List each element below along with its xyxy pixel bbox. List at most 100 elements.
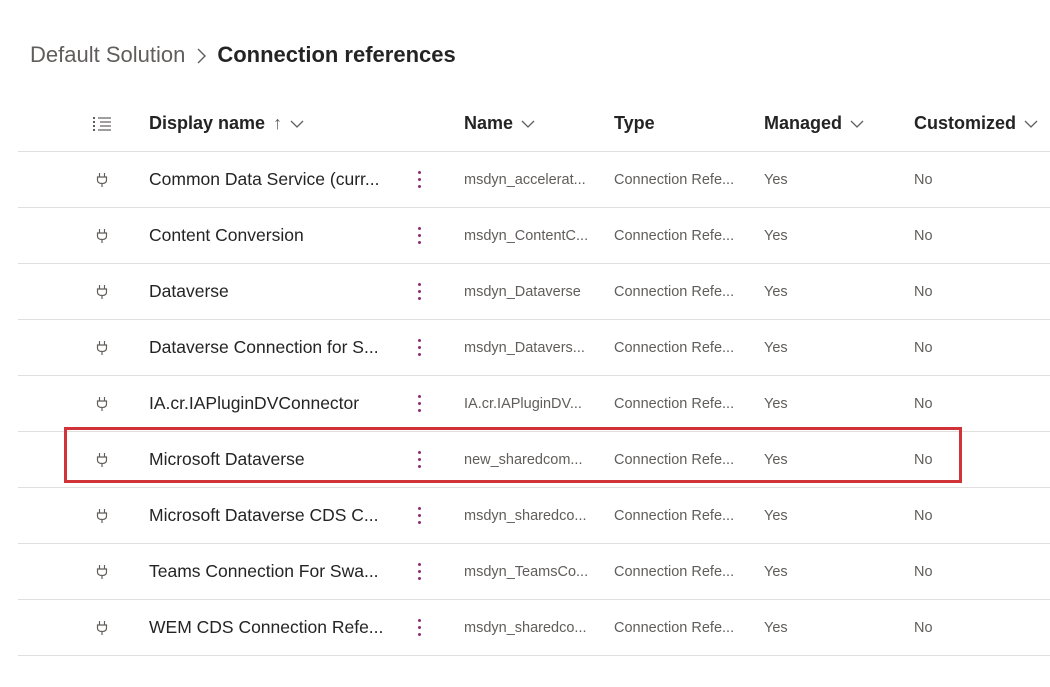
chevron-right-icon bbox=[185, 42, 217, 68]
more-vertical-icon[interactable] bbox=[412, 561, 426, 583]
display-name-link[interactable]: Dataverse Connection for S... bbox=[149, 337, 379, 358]
managed-value: Yes bbox=[764, 507, 788, 524]
column-header-label: Type bbox=[614, 113, 655, 133]
customized-value: No bbox=[914, 451, 933, 468]
type-value: Connection Refe... bbox=[614, 171, 735, 188]
customized-cell: No bbox=[914, 264, 1050, 319]
more-commands-button[interactable] bbox=[408, 320, 430, 375]
display-name-link[interactable]: Microsoft Dataverse bbox=[149, 449, 305, 470]
plug-icon bbox=[90, 264, 114, 319]
type-cell: Connection Refe... bbox=[614, 432, 742, 487]
display-name-cell[interactable]: Microsoft Dataverse CDS C... bbox=[149, 488, 389, 543]
table-row[interactable]: WEM CDS Connection Refe... msdyn_sharedc… bbox=[18, 600, 1050, 656]
chevron-down-icon[interactable] bbox=[521, 119, 535, 129]
managed-value: Yes bbox=[764, 171, 788, 188]
more-commands-button[interactable] bbox=[408, 600, 430, 655]
more-vertical-icon[interactable] bbox=[412, 505, 426, 527]
display-name-link[interactable]: Content Conversion bbox=[149, 225, 304, 246]
plug-icon bbox=[90, 208, 114, 263]
managed-value: Yes bbox=[764, 283, 788, 300]
name-value: new_sharedcom... bbox=[464, 451, 583, 468]
type-cell: Connection Refe... bbox=[614, 376, 742, 431]
chevron-down-icon[interactable] bbox=[290, 119, 304, 129]
more-commands-button[interactable] bbox=[408, 208, 430, 263]
column-header-managed[interactable]: Managed bbox=[764, 96, 884, 151]
display-name-cell[interactable]: Microsoft Dataverse bbox=[149, 432, 389, 487]
display-name-link[interactable]: IA.cr.IAPluginDVConnector bbox=[149, 393, 359, 414]
customized-value: No bbox=[914, 563, 933, 580]
sort-ascending-icon: ↑ bbox=[273, 113, 283, 133]
display-name-cell[interactable]: WEM CDS Connection Refe... bbox=[149, 600, 389, 655]
customized-value: No bbox=[914, 339, 933, 356]
more-vertical-icon[interactable] bbox=[412, 337, 426, 359]
display-name-link[interactable]: Teams Connection For Swa... bbox=[149, 561, 379, 582]
customized-cell: No bbox=[914, 488, 1050, 543]
more-commands-button[interactable] bbox=[408, 544, 430, 599]
more-vertical-icon[interactable] bbox=[412, 225, 426, 247]
more-commands-button[interactable] bbox=[408, 432, 430, 487]
display-name-cell[interactable]: Dataverse Connection for S... bbox=[149, 320, 389, 375]
name-value: msdyn_ContentC... bbox=[464, 227, 589, 244]
display-name-link[interactable]: Microsoft Dataverse CDS C... bbox=[149, 505, 379, 526]
name-cell: new_sharedcom... bbox=[464, 432, 594, 487]
display-name-link[interactable]: Dataverse bbox=[149, 281, 229, 302]
customized-cell: No bbox=[914, 376, 1050, 431]
more-vertical-icon[interactable] bbox=[412, 617, 426, 639]
chevron-down-icon[interactable] bbox=[850, 119, 864, 129]
more-vertical-icon[interactable] bbox=[412, 449, 426, 471]
managed-cell: Yes bbox=[764, 488, 884, 543]
grid-body: Common Data Service (curr... msdyn_accel… bbox=[18, 152, 1050, 656]
display-name-cell[interactable]: Content Conversion bbox=[149, 208, 389, 263]
managed-cell: Yes bbox=[764, 376, 884, 431]
table-row[interactable]: Microsoft Dataverse new_sharedcom... Con… bbox=[18, 432, 1050, 488]
page-title: Connection references bbox=[217, 42, 456, 67]
table-row[interactable]: Common Data Service (curr... msdyn_accel… bbox=[18, 152, 1050, 208]
more-vertical-icon[interactable] bbox=[412, 281, 426, 303]
table-row[interactable]: Dataverse Connection for S... msdyn_Data… bbox=[18, 320, 1050, 376]
table-row[interactable]: Teams Connection For Swa... msdyn_TeamsC… bbox=[18, 544, 1050, 600]
managed-value: Yes bbox=[764, 339, 788, 356]
table-row[interactable]: Dataverse msdyn_Dataverse Connection Ref… bbox=[18, 264, 1050, 320]
plug-icon bbox=[90, 320, 114, 375]
name-cell: msdyn_accelerat... bbox=[464, 152, 594, 207]
plug-icon bbox=[90, 432, 114, 487]
customized-cell: No bbox=[914, 600, 1050, 655]
column-header-display-name[interactable]: Display name ↑ bbox=[149, 96, 389, 151]
column-header-name[interactable]: Name bbox=[464, 96, 594, 151]
more-commands-button[interactable] bbox=[408, 264, 430, 319]
type-cell: Connection Refe... bbox=[614, 152, 742, 207]
type-cell: Connection Refe... bbox=[614, 320, 742, 375]
column-header-customized[interactable]: Customized bbox=[914, 96, 1050, 151]
display-name-cell[interactable]: Common Data Service (curr... bbox=[149, 152, 389, 207]
plug-icon bbox=[90, 152, 114, 207]
display-name-cell[interactable]: Dataverse bbox=[149, 264, 389, 319]
column-header-type[interactable]: Type bbox=[614, 96, 742, 151]
table-row[interactable]: Microsoft Dataverse CDS C... msdyn_share… bbox=[18, 488, 1050, 544]
display-name-link[interactable]: WEM CDS Connection Refe... bbox=[149, 617, 383, 638]
managed-cell: Yes bbox=[764, 208, 884, 263]
breadcrumb-parent-link[interactable]: Default Solution bbox=[30, 42, 185, 68]
list-view-icon[interactable] bbox=[90, 96, 114, 151]
more-commands-button[interactable] bbox=[408, 376, 430, 431]
column-header-label: Managed bbox=[764, 113, 843, 133]
more-vertical-icon[interactable] bbox=[412, 169, 426, 191]
managed-cell: Yes bbox=[764, 432, 884, 487]
connection-references-grid: Display name ↑ Name Type Managed Customi… bbox=[18, 96, 1050, 656]
table-row[interactable]: Content Conversion msdyn_ContentC... Con… bbox=[18, 208, 1050, 264]
display-name-cell[interactable]: Teams Connection For Swa... bbox=[149, 544, 389, 599]
type-value: Connection Refe... bbox=[614, 283, 735, 300]
more-commands-button[interactable] bbox=[408, 488, 430, 543]
more-vertical-icon[interactable] bbox=[412, 393, 426, 415]
customized-cell: No bbox=[914, 432, 1050, 487]
table-row[interactable]: IA.cr.IAPluginDVConnector IA.cr.IAPlugin… bbox=[18, 376, 1050, 432]
name-value: msdyn_sharedco... bbox=[464, 507, 587, 524]
type-value: Connection Refe... bbox=[614, 339, 735, 356]
type-value: Connection Refe... bbox=[614, 395, 735, 412]
name-value: msdyn_Dataverse bbox=[464, 283, 581, 300]
chevron-down-icon[interactable] bbox=[1024, 119, 1038, 129]
name-value: msdyn_Datavers... bbox=[464, 339, 585, 356]
display-name-link[interactable]: Common Data Service (curr... bbox=[149, 169, 379, 190]
display-name-cell[interactable]: IA.cr.IAPluginDVConnector bbox=[149, 376, 389, 431]
more-commands-button[interactable] bbox=[408, 152, 430, 207]
type-value: Connection Refe... bbox=[614, 563, 735, 580]
